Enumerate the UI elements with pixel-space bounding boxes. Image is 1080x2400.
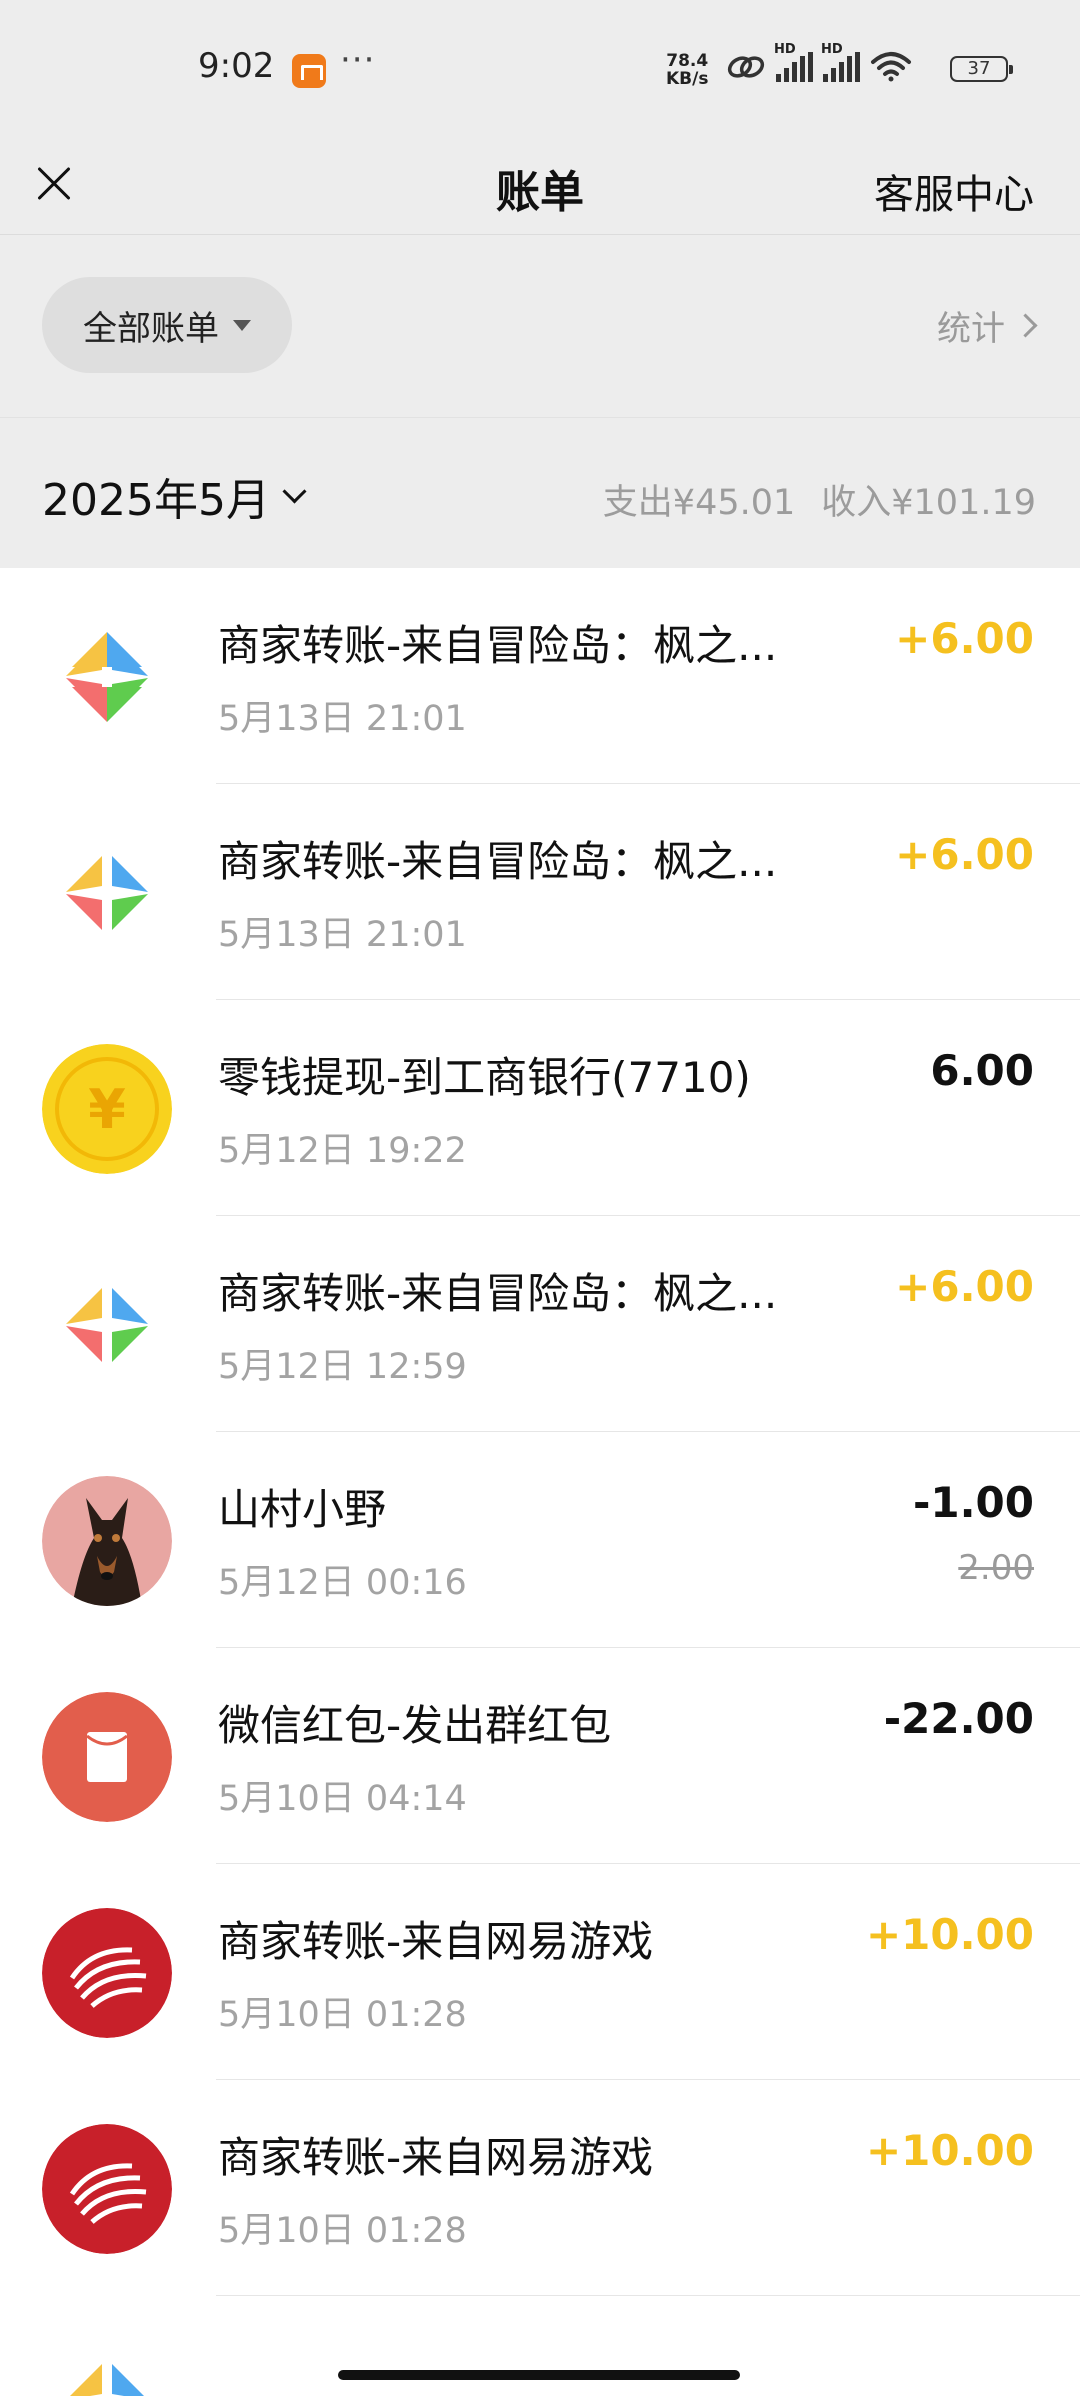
status-time: 9:02: [198, 46, 275, 86]
chevron-right-icon: [1013, 313, 1038, 338]
transaction-row[interactable]: 商家转账-来自冒险岛：枫之... 5月13日 21:01 +6.00: [0, 784, 1080, 1000]
transaction-row[interactable]: 商家转账-来自冒险岛：枫之... 5月13日 21:01 +6.00: [0, 568, 1080, 784]
transaction-time: 5月13日 21:01: [218, 915, 467, 955]
transaction-row[interactable]: 商家转账-来自网易游戏 5月10日 01:28 +10.00: [0, 2080, 1080, 2296]
dog-avatar: [42, 1476, 172, 1606]
expense-total: 支出¥45.01: [602, 483, 796, 523]
month-summary: 2025年5月 支出¥45.01 收入¥101.19: [0, 418, 1080, 568]
transaction-amount: +10.00: [865, 1910, 1034, 1959]
transaction-amount: +6.00: [895, 830, 1034, 879]
transaction-title: 商家转账-来自网易游戏: [218, 1917, 654, 1966]
transaction-title: 商家转账-来自网易游戏: [218, 2133, 654, 2182]
home-indicator[interactable]: [338, 2370, 740, 2380]
battery-level: 37: [967, 58, 991, 79]
link-icon: [727, 56, 765, 78]
month-selector[interactable]: 2025年5月: [42, 464, 307, 528]
netease-logo-icon: [42, 2124, 172, 2254]
merchant-diamond-logo-icon: [42, 2336, 172, 2396]
transaction-title: 商家转账-来自冒险岛：枫之...: [218, 837, 778, 886]
netease-logo-icon: [42, 1908, 172, 2038]
income-total: 收入¥101.19: [821, 483, 1036, 523]
yuan-coin-icon: ¥: [42, 1044, 172, 1174]
network-speed-value: 78.4: [666, 51, 709, 71]
network-speed-unit: KB/s: [666, 69, 709, 89]
month-totals: 支出¥45.01 收入¥101.19: [603, 474, 1036, 525]
transaction-time: 5月10日 04:14: [218, 1779, 467, 1819]
signal-icon-sim1: HD: [774, 42, 813, 82]
transaction-title: 商家转账-来自冒险岛：枫之...: [218, 621, 778, 670]
original-amount: 2.00: [958, 1548, 1034, 1588]
statistics-link[interactable]: 统计: [937, 301, 1038, 350]
status-bar: 9:02 ··· 78.4 KB/s HD HD 37: [0, 0, 1080, 136]
transaction-row[interactable]: 商家转账-来自冒险岛：枫之... 5月12日 12:59 +6.00: [0, 1216, 1080, 1432]
customer-service-link[interactable]: 客服中心: [874, 162, 1034, 220]
chevron-down-icon: [282, 478, 307, 504]
transaction-row[interactable]: ¥ 零钱提现-到工商银行(7710) 5月12日 19:22 6.00: [0, 1000, 1080, 1216]
transaction-amount: +10.00: [865, 2126, 1034, 2175]
month-label: 2025年5月: [42, 475, 270, 526]
bill-type-filter[interactable]: 全部账单: [42, 277, 292, 373]
network-speed: 78.4 KB/s: [666, 52, 708, 88]
transaction-time: 5月12日 19:22: [218, 1131, 467, 1171]
mi-notification-icon: [292, 54, 326, 88]
transaction-amount: +6.00: [895, 1262, 1034, 1311]
transaction-amount: -1.00: [912, 1478, 1034, 1527]
transaction-title: 商家转账-来自冒险岛：枫之...: [218, 1269, 778, 1318]
transaction-title: 山村小野: [218, 1485, 387, 1534]
transaction-row[interactable]: 微信红包-发出群红包 5月10日 04:14 -22.00: [0, 1648, 1080, 1864]
transaction-time: 5月10日 01:28: [218, 2211, 467, 2251]
transaction-row[interactable]: 山村小野 5月12日 00:16 -1.00 2.00: [0, 1432, 1080, 1648]
filter-bar: 全部账单 统计: [0, 235, 1080, 418]
transaction-time: 5月13日 21:01: [218, 699, 467, 739]
statistics-label: 统计: [937, 309, 1005, 349]
transaction-amount: 6.00: [930, 1046, 1034, 1095]
more-notifications-icon: ···: [340, 40, 376, 80]
red-packet-icon: [42, 1692, 172, 1822]
merchant-diamond-logo-icon: [42, 1260, 172, 1390]
merchant-diamond-logo-icon: [42, 828, 172, 958]
transaction-row-partial[interactable]: [0, 2296, 1080, 2396]
header: 账单 客服中心: [0, 136, 1080, 235]
signal-icon-sim2: HD: [821, 42, 860, 82]
bill-type-filter-label: 全部账单: [83, 308, 219, 349]
caret-down-icon: [233, 319, 251, 331]
transaction-row[interactable]: 商家转账-来自网易游戏 5月10日 01:28 +10.00: [0, 1864, 1080, 2080]
transaction-amount: -22.00: [883, 1694, 1034, 1743]
transaction-title: 微信红包-发出群红包: [218, 1701, 612, 1750]
wifi-icon: [871, 52, 911, 82]
transaction-time: 5月12日 12:59: [218, 1347, 467, 1387]
transaction-title: 零钱提现-到工商银行(7710): [218, 1053, 751, 1102]
transaction-amount: +6.00: [895, 614, 1034, 663]
transaction-time: 5月12日 00:16: [218, 1563, 467, 1603]
merchant-diamond-logo-icon: [42, 612, 172, 742]
svg-text:¥: ¥: [88, 1078, 126, 1141]
battery-icon: 37: [950, 56, 1013, 82]
transaction-time: 5月10日 01:28: [218, 1995, 467, 2035]
transaction-list: 商家转账-来自冒险岛：枫之... 5月13日 21:01 +6.00 商家转账-…: [0, 568, 1080, 2396]
